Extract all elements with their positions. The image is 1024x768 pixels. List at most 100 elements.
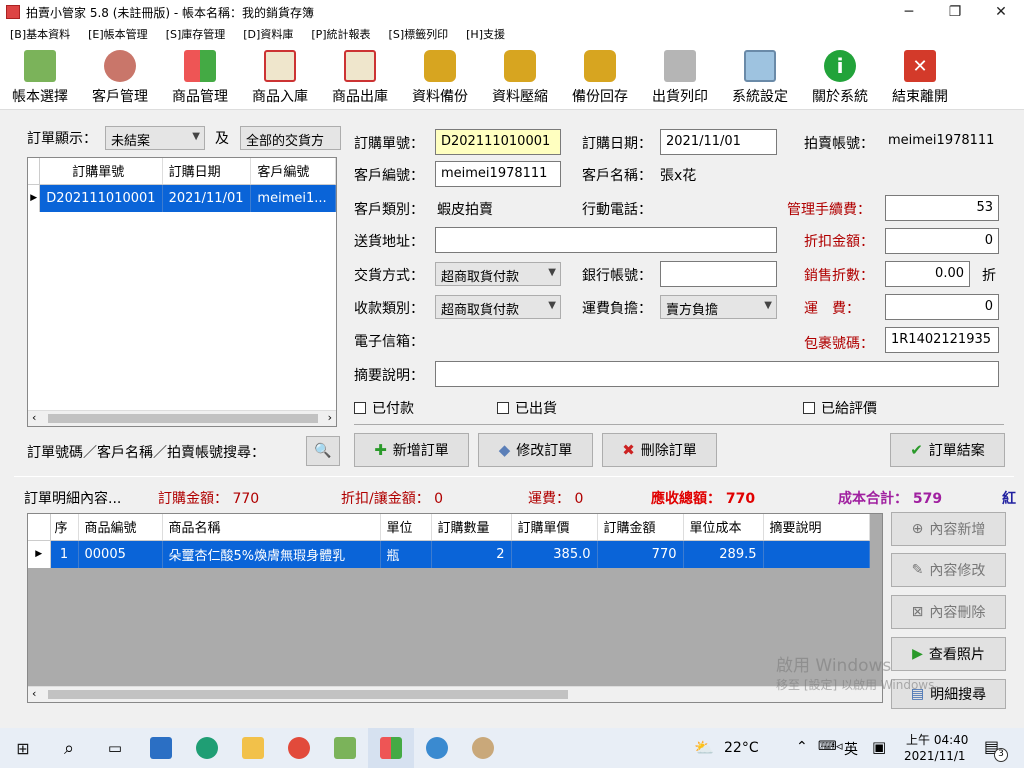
delivery-filter-select[interactable]: 全部的交貨方 xyxy=(240,126,341,150)
detail-add-button[interactable]: ⊕ 內容新增 xyxy=(891,512,1006,546)
order-no-field[interactable]: D202111010001 xyxy=(435,129,561,155)
payment-type-select[interactable]: 超商取貨付款 ▼ xyxy=(435,295,561,319)
chevron-down-icon: ▼ xyxy=(548,267,556,278)
address-field[interactable] xyxy=(435,227,777,253)
col-qty[interactable]: 訂購數量 xyxy=(431,514,512,541)
auction-account-value: meimei1978111 xyxy=(888,133,995,148)
col-customer-id[interactable]: 客戶編號 xyxy=(250,158,336,185)
exit-icon: ✕ xyxy=(904,50,936,82)
col-order-date[interactable]: 訂購日期 xyxy=(162,158,252,185)
menu-basic-data[interactable]: [B]基本資料 xyxy=(10,26,70,42)
clock-date[interactable]: 2021/11/1 xyxy=(904,749,966,763)
mgmt-fee-field[interactable]: 53 xyxy=(885,195,999,221)
col-memo[interactable]: 摘要說明 xyxy=(763,514,870,541)
shipped-checkbox[interactable]: 已出貨 xyxy=(497,398,557,418)
menu-reports[interactable]: [P]統計報表 xyxy=(311,26,370,42)
memo-field[interactable] xyxy=(435,361,999,387)
col-amount[interactable]: 訂購金額 xyxy=(597,514,684,541)
delete-order-button[interactable]: ✖ 刪除訂單 xyxy=(602,433,717,467)
mail-icon xyxy=(150,737,172,759)
cost-total: 成本合計： 579 xyxy=(838,491,943,507)
discount-unit-label: 折 xyxy=(982,268,996,284)
close-order-button[interactable]: ✔ 訂單結案 xyxy=(890,433,1005,467)
explorer-app[interactable] xyxy=(230,728,276,768)
volume-icon[interactable]: ◃ xyxy=(836,739,843,754)
toolbar-restore[interactable]: 備份回存 xyxy=(560,44,640,110)
reviewed-checkbox[interactable]: 已給評價 xyxy=(803,398,877,418)
detail-delete-button[interactable]: ⊠ 內容刪除 xyxy=(891,595,1006,629)
add-order-button[interactable]: ✚ 新增訂單 xyxy=(354,433,469,467)
toolbar-ledger-select[interactable]: 帳本選擇 xyxy=(0,44,80,110)
start-button[interactable]: ⊞ xyxy=(0,728,46,768)
order-date-field[interactable]: 2021/11/01 xyxy=(660,129,777,155)
order-date-label: 訂購日期： xyxy=(582,136,652,152)
col-unit-price[interactable]: 訂購單價 xyxy=(511,514,598,541)
freight-field[interactable]: 0 xyxy=(885,294,999,320)
col-order-no[interactable]: 訂購單號 xyxy=(39,158,163,185)
toolbar-stock-out[interactable]: 商品出庫 xyxy=(320,44,400,110)
toolbar-about[interactable]: i 關於系統 xyxy=(800,44,880,110)
toolbar-compress[interactable]: 資料壓縮 xyxy=(480,44,560,110)
menu-database[interactable]: [D]資料庫 xyxy=(243,26,293,42)
menu-support[interactable]: [H]支援 xyxy=(466,26,505,42)
paid-checkbox[interactable]: 已付款 xyxy=(354,398,414,418)
delete-icon: ✖ xyxy=(622,441,635,459)
menu-ledger[interactable]: [E]帳本管理 xyxy=(88,26,148,42)
chevron-up-icon[interactable]: ⌃ xyxy=(796,739,808,755)
payment-type-label: 收款類別： xyxy=(354,301,424,317)
search-taskbar-button[interactable]: ⌕ xyxy=(46,728,92,768)
minimize-button[interactable]: ─ xyxy=(886,0,932,24)
taskbar: ⊞ ⌕ ▭ ⛅ 22°C ⌃ ⌨ ◃ 英 ▣ 上午 04:40 2021/11/… xyxy=(0,728,1024,768)
toolbar-customers[interactable]: 客戶管理 xyxy=(80,44,160,110)
maximize-button[interactable]: ❐ xyxy=(932,0,978,24)
auction-app-active[interactable] xyxy=(368,728,414,768)
network-app[interactable] xyxy=(414,728,460,768)
discount-amount-field[interactable]: 0 xyxy=(885,228,999,254)
toolbar-stock-in[interactable]: 商品入庫 xyxy=(240,44,320,110)
clock-time[interactable]: 上午 04:40 xyxy=(906,731,968,748)
chevron-down-icon: ▼ xyxy=(764,300,772,311)
close-window-button[interactable]: ✕ xyxy=(978,0,1024,24)
ime-mode-icon[interactable]: ▣ xyxy=(872,738,886,756)
toolbar-backup[interactable]: 資料備份 xyxy=(400,44,480,110)
order-list-scrollbar[interactable]: ‹ › xyxy=(28,410,336,426)
ime-indicator[interactable]: 英 xyxy=(844,739,858,759)
menu-labels[interactable]: [S]標籤列印 xyxy=(389,26,449,42)
col-unit-cost[interactable]: 單位成本 xyxy=(683,514,764,541)
edit-order-button[interactable]: ◆ 修改訂單 xyxy=(478,433,593,467)
toolbar-products[interactable]: 商品管理 xyxy=(160,44,240,110)
status-filter-select[interactable]: 未結案 ▼ xyxy=(105,126,205,150)
toolbar-exit[interactable]: ✕ 結束離開 xyxy=(880,44,960,110)
task-view-button[interactable]: ▭ xyxy=(92,728,138,768)
parcel-no-field[interactable]: 1R1402121935 xyxy=(885,327,999,353)
toolbar-settings[interactable]: 系統設定 xyxy=(720,44,800,110)
sales-discount-field[interactable]: 0.00 xyxy=(885,261,970,287)
memo-label: 摘要說明： xyxy=(354,368,424,384)
bank-account-field[interactable] xyxy=(660,261,777,287)
col-seq[interactable]: 序 xyxy=(50,514,79,541)
col-product-id[interactable]: 商品編號 xyxy=(78,514,163,541)
detail-section-label: 訂單明細內容... xyxy=(24,491,122,507)
menu-inventory[interactable]: [S]庫存管理 xyxy=(166,26,226,42)
col-product-name[interactable]: 商品名稱 xyxy=(162,514,381,541)
search-button[interactable]: 🔍 xyxy=(306,436,340,466)
detail-grid-scrollbar[interactable]: ‹ xyxy=(28,686,882,702)
paint-app[interactable] xyxy=(460,728,506,768)
menu-bar: [B]基本資料 [E]帳本管理 [S]庫存管理 [D]資料庫 [P]統計報表 [… xyxy=(0,24,1024,44)
table-row[interactable]: ▶ 1 00005 朵璽杏仁酸5%煥膚無瑕身體乳 瓶 2 385.0 770 2… xyxy=(28,540,870,568)
col-unit[interactable]: 單位 xyxy=(380,514,432,541)
chrome-app[interactable] xyxy=(276,728,322,768)
delivery-method-select[interactable]: 超商取貨付款 ▼ xyxy=(435,262,561,286)
detail-edit-button[interactable]: ✎ 內容修改 xyxy=(891,553,1006,587)
folder-icon xyxy=(242,737,264,759)
parcel-no-label: 包裹號碼： xyxy=(804,336,874,352)
mail-app[interactable] xyxy=(138,728,184,768)
table-row[interactable]: ▶ D202111010001 2021/11/01 meimei1... xyxy=(28,184,336,212)
customer-id-select[interactable]: meimei1978111 xyxy=(435,161,561,187)
freight-bearer-select[interactable]: 賣方負擔 ▼ xyxy=(660,295,777,319)
toolbar-print[interactable]: 出貨列印 xyxy=(640,44,720,110)
view-photo-button[interactable]: ▶ 查看照片 xyxy=(891,637,1006,671)
network-icon[interactable]: ⌨ xyxy=(818,739,837,754)
books-app[interactable] xyxy=(322,728,368,768)
edge-app[interactable] xyxy=(184,728,230,768)
